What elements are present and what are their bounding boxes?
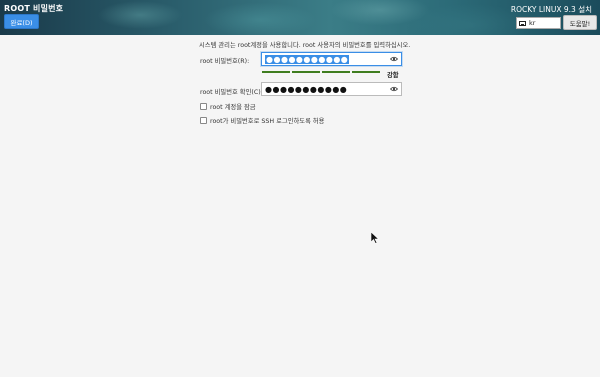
confirm-password-field[interactable]: ●●●●●●●●●●● xyxy=(261,82,402,96)
done-button[interactable]: 완료(D) xyxy=(4,14,39,29)
header-bar: ROOT 비밀번호 완료(D) ROCKY LINUX 9.3 설치 kr 도움… xyxy=(0,0,600,35)
password-strength-bar xyxy=(262,71,380,74)
password-value: ●●●●●●●●●●● xyxy=(265,54,350,64)
allow-ssh-option[interactable]: root가 비밀번호로 SSH 로그인하도록 허용 xyxy=(200,116,324,125)
eye-icon[interactable] xyxy=(390,56,398,62)
password-label: root 비밀번호(R): xyxy=(200,58,250,65)
password-field[interactable]: ●●●●●●●●●●● xyxy=(261,52,402,66)
instruction-text: 시스템 관리는 root계정을 사용합니다. root 사용자의 비밀번호를 입… xyxy=(199,42,411,49)
strength-label: 강함 xyxy=(387,72,399,79)
allow-ssh-checkbox[interactable] xyxy=(200,117,207,124)
confirm-password-value: ●●●●●●●●●●● xyxy=(265,84,348,94)
eye-icon[interactable] xyxy=(390,86,398,92)
lock-root-checkbox[interactable] xyxy=(200,103,207,110)
keyboard-layout-label: kr xyxy=(529,19,536,27)
main-content: 시스템 관리는 root계정을 사용합니다. root 사용자의 비밀번호를 입… xyxy=(0,35,600,377)
mouse-cursor-icon xyxy=(371,232,379,244)
confirm-password-label: root 비밀번호 확인(C): xyxy=(200,89,263,96)
strength-segment xyxy=(352,71,380,73)
product-title: ROCKY LINUX 9.3 설치 xyxy=(510,5,592,14)
lock-root-label: root 계정을 잠금 xyxy=(210,104,256,111)
lock-root-option[interactable]: root 계정을 잠금 xyxy=(200,102,256,111)
strength-segment xyxy=(292,71,320,73)
strength-segment xyxy=(322,71,350,73)
allow-ssh-label: root가 비밀번호로 SSH 로그인하도록 허용 xyxy=(210,118,325,125)
keyboard-icon xyxy=(519,20,526,26)
keyboard-layout-indicator[interactable]: kr xyxy=(516,17,561,29)
page-title: ROOT 비밀번호 xyxy=(4,4,64,13)
strength-segment xyxy=(262,71,290,73)
help-button[interactable]: 도움말! xyxy=(563,15,597,30)
